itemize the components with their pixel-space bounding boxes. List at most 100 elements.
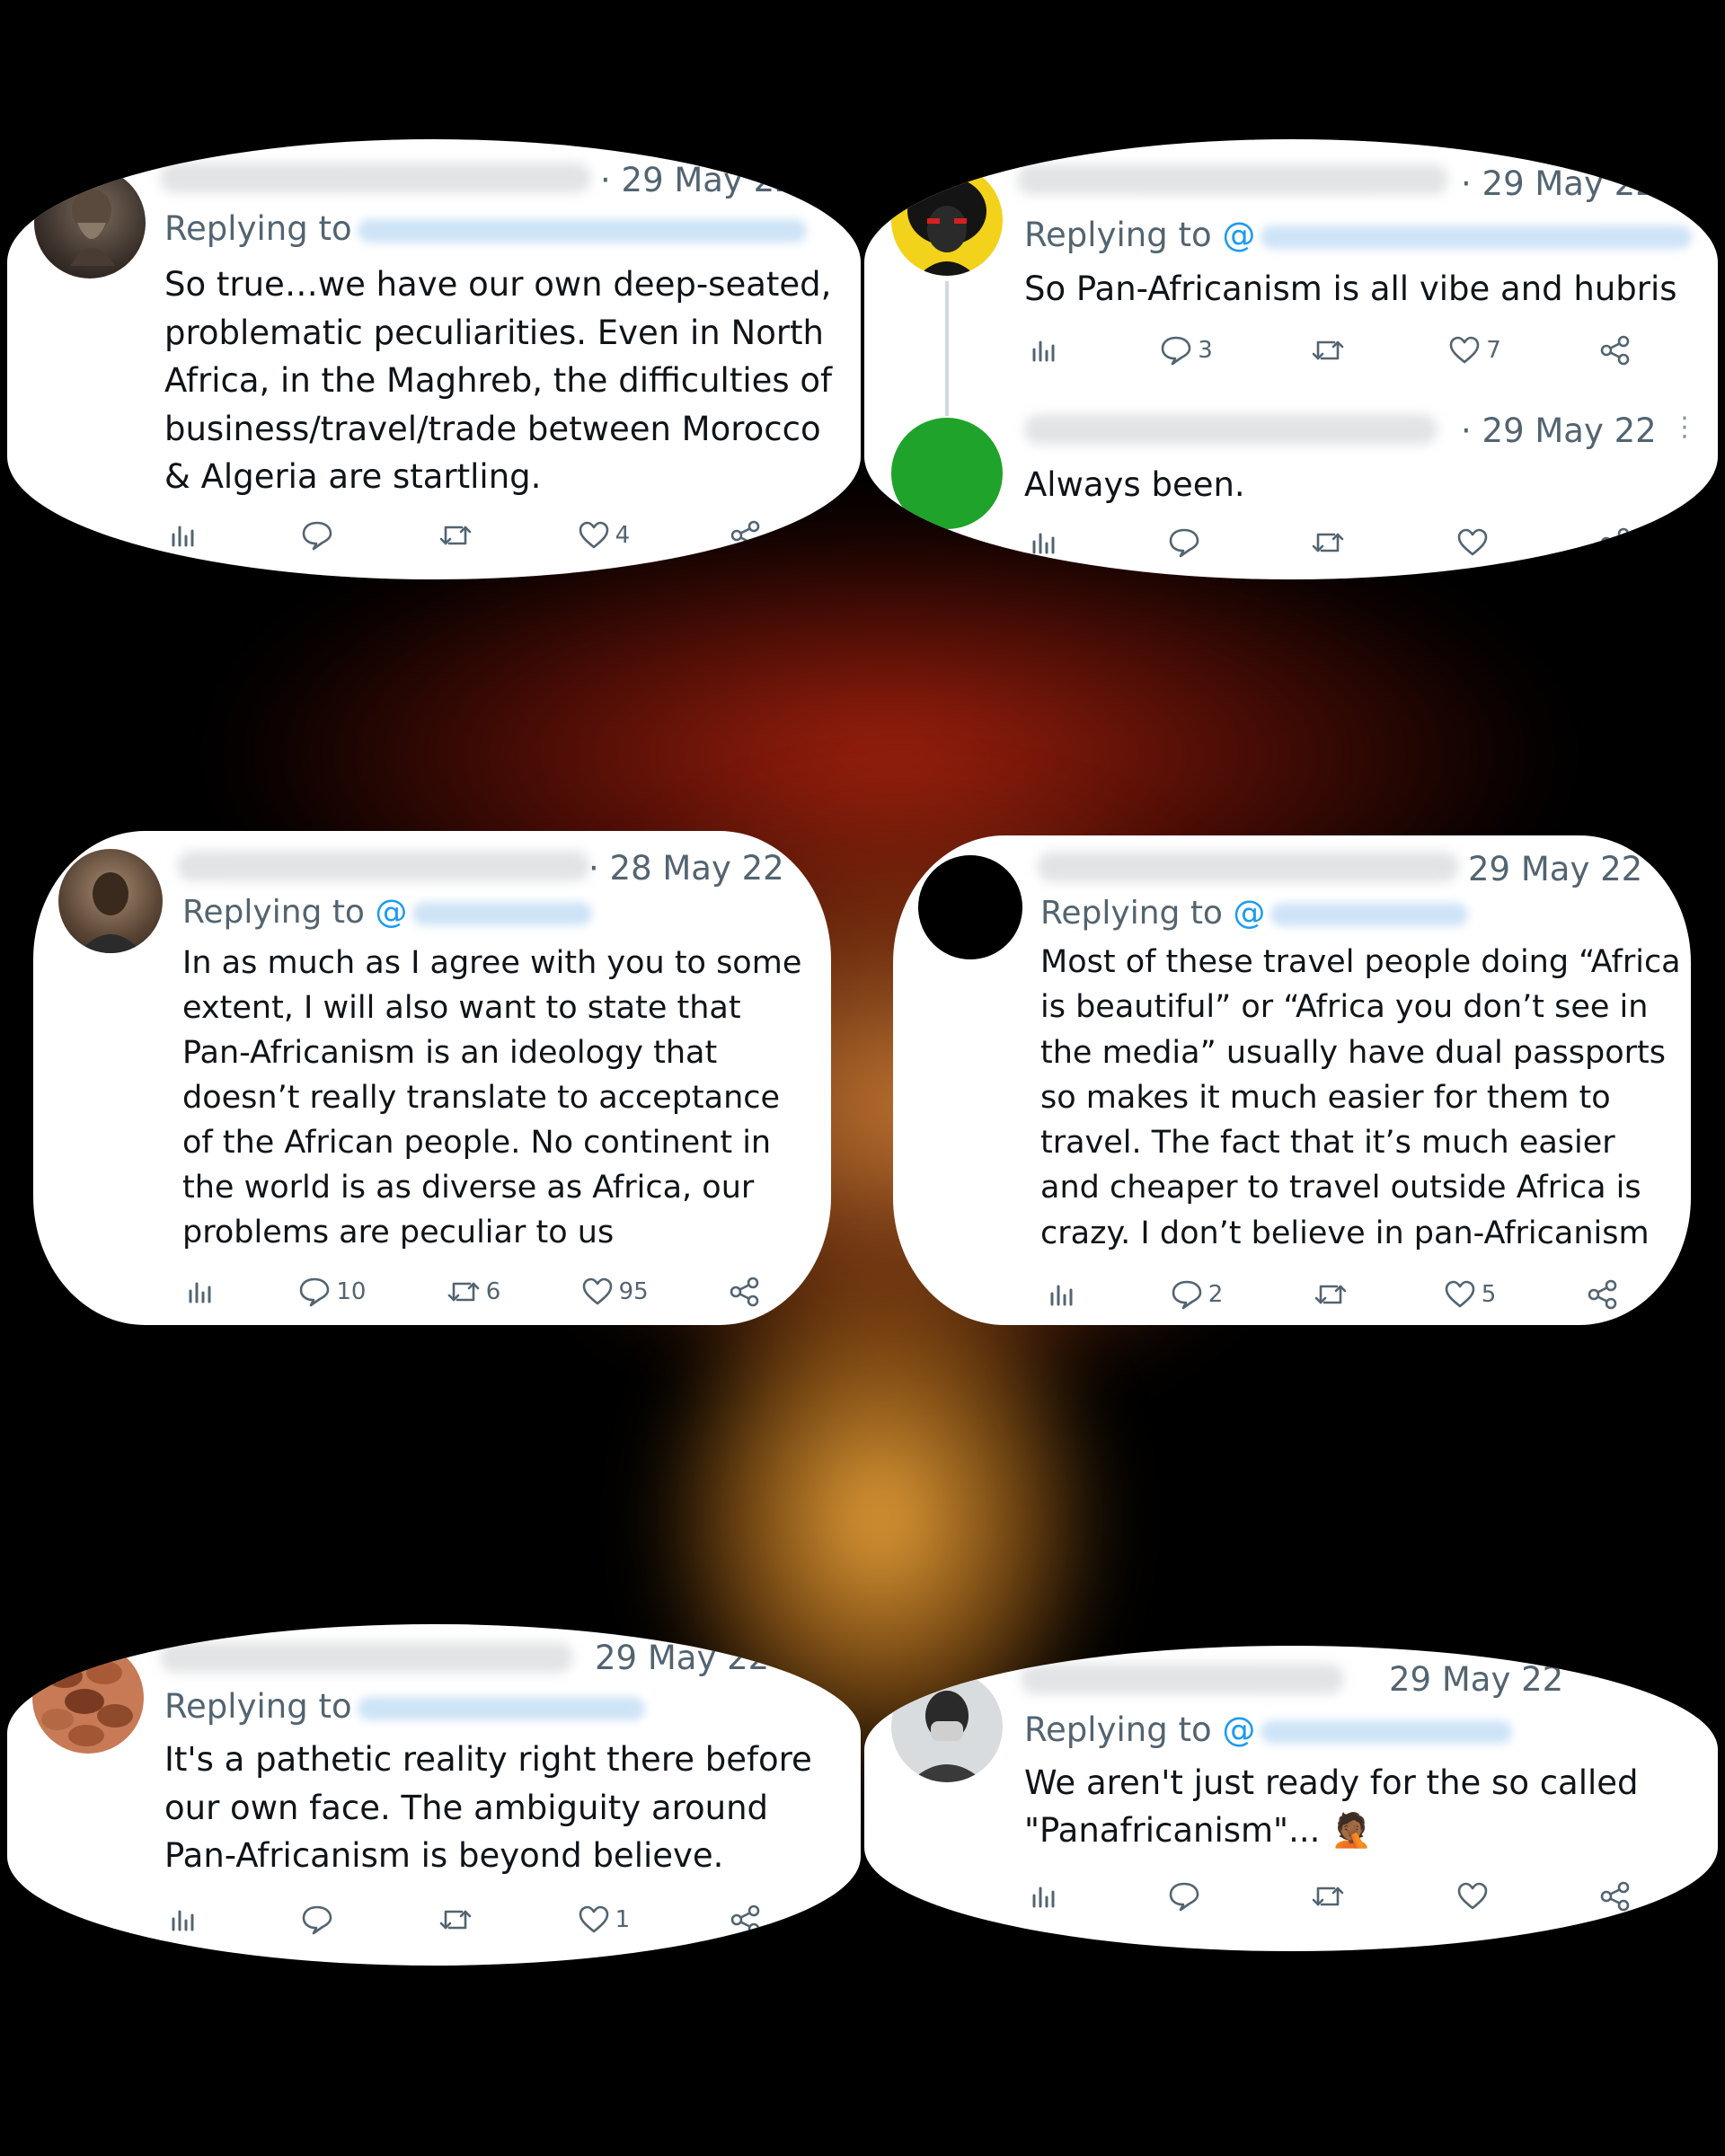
speech-bubble-icon <box>1172 1280 1202 1310</box>
like-button[interactable]: 1 <box>578 1905 630 1934</box>
action-bar: 10 6 95 <box>186 1277 761 1307</box>
thread-connector <box>945 281 949 416</box>
views-button[interactable] <box>1030 529 1062 556</box>
like-button[interactable] <box>1456 1882 1494 1911</box>
reply-text: Always been. <box>1024 465 1245 504</box>
avatar[interactable] <box>891 418 1003 529</box>
retweet-button[interactable] <box>1314 1281 1353 1308</box>
reply-thread-card[interactable]: · 29 May 22 Replying to @ So Pan-African… <box>864 139 1718 579</box>
replying-to: Replying to @ <box>1024 1710 1513 1749</box>
share-button[interactable] <box>730 1904 762 1935</box>
handle-redacted[interactable] <box>1261 225 1693 249</box>
username-redacted <box>177 851 590 881</box>
more-options-icon[interactable]: ⋮ <box>1671 414 1698 441</box>
views-button[interactable] <box>169 1906 201 1933</box>
share-button[interactable] <box>1587 1279 1619 1310</box>
share-button[interactable] <box>729 1277 761 1307</box>
avatar[interactable] <box>34 167 146 278</box>
views-button[interactable] <box>1048 1281 1080 1308</box>
more-options-icon[interactable]: ⋮ <box>1669 1666 1696 1692</box>
share-icon <box>1600 527 1630 558</box>
views-icon <box>172 526 194 547</box>
avatar[interactable] <box>891 164 1003 276</box>
reply-card[interactable]: 29 May 22 ⋮ Replying to It's a pathetic … <box>7 1624 861 1966</box>
views-button[interactable] <box>186 1278 218 1305</box>
reply-button[interactable] <box>301 520 339 551</box>
action-bar: 3 7 <box>1030 335 1632 366</box>
share-button[interactable] <box>1599 1881 1632 1912</box>
reply-button[interactable] <box>1168 1881 1206 1912</box>
share-button[interactable] <box>1599 335 1632 366</box>
reply-button[interactable]: 10 <box>298 1277 366 1307</box>
replying-label: Replying to <box>164 209 352 248</box>
speech-bubble-icon <box>1161 336 1191 366</box>
replying-label: Replying to <box>164 1687 352 1726</box>
views-button[interactable] <box>1030 337 1062 364</box>
reply-card[interactable]: · 28 May 22 Replying to @ In as much as … <box>33 831 831 1325</box>
share-button[interactable] <box>1599 527 1632 558</box>
handle-redacted[interactable] <box>1261 1719 1513 1744</box>
action-bar: 4 <box>169 520 762 551</box>
avatar[interactable] <box>58 849 163 953</box>
avatar[interactable] <box>918 855 1022 959</box>
retweet-icon <box>439 526 472 545</box>
avatar[interactable] <box>891 1671 1003 1782</box>
like-button[interactable]: 5 <box>1444 1280 1496 1309</box>
retweet-button[interactable]: 6 <box>447 1278 500 1305</box>
share-button[interactable] <box>730 520 762 551</box>
reply-button[interactable] <box>1168 527 1206 558</box>
reply-handle[interactable]: @ <box>1222 1710 1255 1749</box>
views-button[interactable] <box>1030 1883 1062 1910</box>
handle-redacted[interactable] <box>357 1696 645 1720</box>
retweet-button[interactable] <box>1311 337 1350 364</box>
share-icon <box>730 1277 759 1307</box>
reply-handle[interactable]: @ <box>1233 895 1265 932</box>
retweet-button[interactable] <box>438 522 478 549</box>
username-redacted <box>1024 414 1438 445</box>
username-redacted <box>1017 164 1448 195</box>
reply-card[interactable]: 29 May 22 ⋮ Replying to @ We aren't just… <box>864 1646 1718 1951</box>
reply-card[interactable]: 29 May 22 Replying to @ Most of these tr… <box>893 835 1691 1325</box>
man-portrait-icon <box>78 872 143 953</box>
share-icon <box>730 1904 760 1935</box>
retweet-icon <box>447 1282 480 1302</box>
like-button[interactable]: 4 <box>578 521 630 550</box>
speech-bubble-icon <box>302 1905 332 1935</box>
avatar[interactable] <box>32 1642 144 1754</box>
share-icon <box>730 520 760 551</box>
heart-icon <box>1457 528 1487 556</box>
reply-button[interactable]: 3 <box>1160 335 1213 366</box>
reply-button[interactable] <box>301 1904 339 1935</box>
tweet-date: · 28 May 22 <box>588 849 784 888</box>
retweet-icon <box>1314 1285 1347 1304</box>
reply-text: Most of these travel people doing “Afric… <box>1040 944 1681 1251</box>
heart-icon <box>579 521 608 549</box>
like-button[interactable]: 95 <box>581 1277 649 1306</box>
reply-handle[interactable]: @ <box>375 894 407 931</box>
retweet-icon <box>439 1910 472 1930</box>
tweet-date: · 29 May 22 <box>1461 411 1657 450</box>
reply-text: In as much as I agree with you to some e… <box>182 945 802 1250</box>
speech-bubble-icon <box>1169 528 1199 558</box>
speech-bubble-icon <box>300 1277 330 1307</box>
heart-icon <box>582 1277 612 1305</box>
handle-redacted[interactable] <box>1270 903 1469 926</box>
views-button[interactable] <box>169 522 201 549</box>
retweet-button[interactable] <box>438 1906 478 1933</box>
views-icon <box>189 1282 211 1303</box>
more-options-icon[interactable]: ⋮ <box>812 1640 839 1667</box>
reply-text: So true…we have our own deep-seated, pro… <box>164 265 833 496</box>
reply-handle[interactable]: @ <box>1222 216 1255 254</box>
handle-redacted[interactable] <box>357 218 807 243</box>
tweet-date: · 29 May 22 <box>600 161 796 199</box>
action-bar <box>1030 527 1632 558</box>
reply-button[interactable]: 2 <box>1171 1279 1223 1310</box>
like-button[interactable] <box>1456 528 1494 557</box>
retweet-button[interactable] <box>1311 529 1350 556</box>
share-icon <box>1600 1881 1630 1912</box>
like-button[interactable]: 7 <box>1448 336 1501 365</box>
action-bar: 1 <box>169 1904 762 1935</box>
handle-redacted[interactable] <box>412 902 593 925</box>
retweet-button[interactable] <box>1311 1883 1350 1910</box>
reply-card[interactable]: · 29 May 22 Replying to So true…we have … <box>7 139 861 579</box>
